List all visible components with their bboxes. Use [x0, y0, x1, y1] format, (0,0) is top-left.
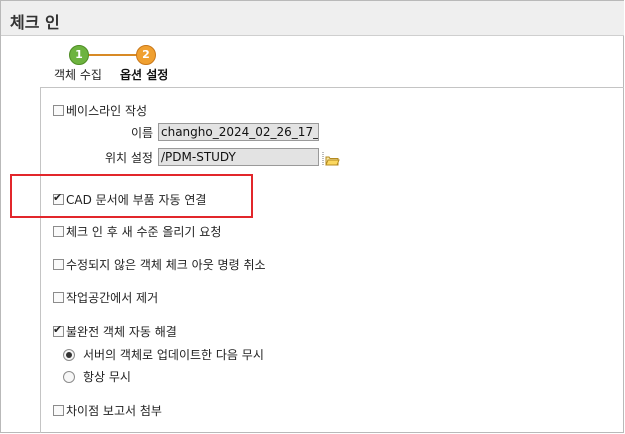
revise-request-label: 체크 인 후 새 수준 올리기 요청 — [66, 225, 222, 239]
remove-workspace-checkbox[interactable] — [53, 292, 64, 303]
location-label: 위치 설정 — [105, 151, 153, 165]
update-radio[interactable] — [63, 348, 75, 361]
auto-resolve-checkbox[interactable] — [53, 323, 64, 337]
name-field[interactable]: changho_2024_02_26_17_50 — [158, 123, 319, 141]
location-field[interactable]: /PDM-STUDY — [158, 148, 319, 166]
baseline-checkbox[interactable] — [53, 105, 64, 116]
ignore-radio-label: 항상 무시 — [83, 370, 131, 384]
remove-workspace-option[interactable]: 작업공간에서 제거 — [53, 289, 158, 306]
auto-resolve-option[interactable]: 불완전 객체 자동 해결 — [53, 323, 177, 340]
attach-report-option[interactable]: 차이점 보고서 첨부 — [53, 402, 162, 419]
undo-checkout-option[interactable]: 수정되지 않은 객체 체크 아웃 명령 취소 — [53, 256, 266, 273]
update-radio-label: 서버의 객체로 업데이트한 다음 무시 — [83, 348, 264, 362]
remove-workspace-label: 작업공간에서 제거 — [66, 291, 159, 305]
undo-checkout-label: 수정되지 않은 객체 체크 아웃 명령 취소 — [66, 258, 266, 272]
step-2-label: 옵션 설정 — [120, 68, 169, 82]
step-2-badge[interactable]: 2 — [136, 45, 156, 65]
folder-icon[interactable] — [322, 150, 340, 168]
name-label: 이름 — [131, 126, 154, 140]
step-1-label[interactable]: 객체 수집 — [54, 66, 102, 83]
revise-request-checkbox[interactable] — [53, 226, 64, 237]
step-1-badge[interactable]: 1 — [69, 45, 89, 65]
baseline-label: 베이스라인 작성 — [66, 104, 148, 118]
revise-request-option[interactable]: 체크 인 후 새 수준 올리기 요청 — [53, 223, 221, 240]
window-title: 체크 인 — [10, 13, 60, 32]
undo-checkout-checkbox[interactable] — [53, 259, 64, 270]
resolve-choice-update[interactable]: 서버의 객체로 업데이트한 다음 무시 — [63, 346, 264, 363]
attach-report-label: 차이점 보고서 첨부 — [66, 404, 162, 418]
baseline-option[interactable]: 베이스라인 작성 — [53, 102, 147, 119]
resolve-choice-ignore[interactable]: 항상 무시 — [63, 368, 131, 385]
step-indicator: 1 2 객체 수집 옵션 설정 — [54, 45, 194, 85]
attach-report-checkbox[interactable] — [53, 405, 64, 416]
ignore-radio[interactable] — [63, 370, 75, 383]
highlight-box — [10, 174, 253, 218]
auto-resolve-label: 불완전 객체 자동 해결 — [66, 325, 177, 339]
title-bar: 체크 인 — [1, 1, 624, 36]
